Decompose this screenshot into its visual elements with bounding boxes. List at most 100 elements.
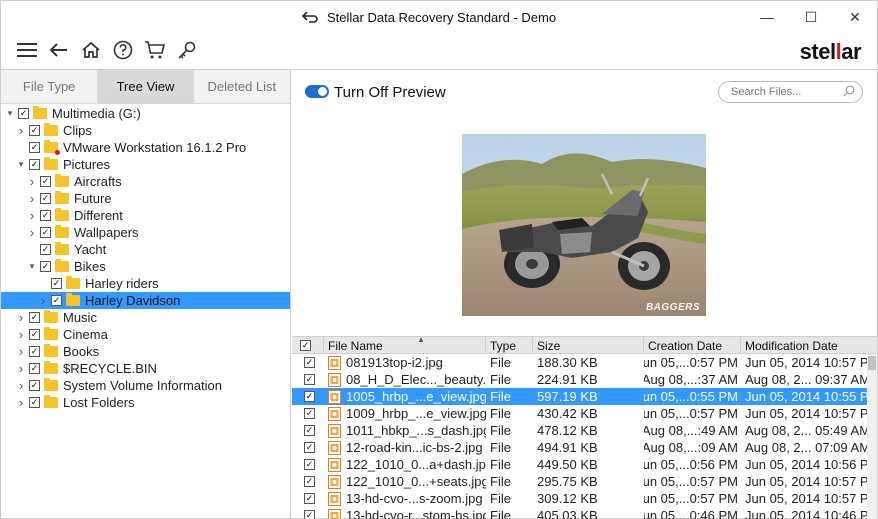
- tree-item[interactable]: › ✓ Music: [1, 309, 290, 326]
- tree-item[interactable]: ✓ VMware Workstation 16.1.2 Pro: [1, 139, 290, 156]
- tree-item-checkbox[interactable]: ✓: [40, 210, 51, 221]
- tree-item-checkbox[interactable]: ✓: [29, 125, 40, 136]
- row-checkbox-cell[interactable]: ✓: [292, 456, 324, 473]
- tree-item-checkbox[interactable]: ✓: [29, 312, 40, 323]
- expand-arrow-icon[interactable]: ›: [27, 191, 37, 206]
- preview-toggle[interactable]: [305, 85, 329, 98]
- back-button[interactable]: [43, 35, 75, 65]
- expand-arrow-icon[interactable]: ›: [16, 378, 26, 393]
- search-icon[interactable]: [843, 85, 855, 97]
- row-checkbox[interactable]: ✓: [304, 510, 315, 519]
- row-checkbox-cell[interactable]: ✓: [292, 371, 324, 388]
- tree-item[interactable]: ✓ Yacht: [1, 241, 290, 258]
- help-button[interactable]: [107, 35, 139, 65]
- expand-arrow-icon[interactable]: ›: [16, 395, 26, 410]
- table-scrollbar[interactable]: [867, 354, 877, 519]
- tree-item[interactable]: ✓ Harley riders: [1, 275, 290, 292]
- tree-item[interactable]: ▾ ✓ Multimedia (G:): [1, 105, 290, 122]
- tree-item-checkbox[interactable]: ✓: [29, 346, 40, 357]
- row-checkbox[interactable]: ✓: [304, 476, 315, 487]
- header-modification-date[interactable]: Modification Date: [741, 337, 871, 354]
- tree-item-checkbox[interactable]: ✓: [40, 193, 51, 204]
- tree-item-checkbox[interactable]: ✓: [29, 380, 40, 391]
- header-size[interactable]: Size: [533, 337, 644, 354]
- tree-item[interactable]: › ✓ Aircrafts: [1, 173, 290, 190]
- table-row[interactable]: ✓ 122_1010_0...a+dash.jpg File 449.50 KB Jun…: [292, 456, 877, 473]
- tree-item-checkbox[interactable]: ✓: [40, 244, 51, 255]
- tree-item[interactable]: › ✓ Clips: [1, 122, 290, 139]
- tree-item[interactable]: ▾ ✓ Bikes: [1, 258, 290, 275]
- row-checkbox[interactable]: ✓: [304, 391, 315, 402]
- row-checkbox[interactable]: ✓: [304, 374, 315, 385]
- tree-item[interactable]: › ✓ $RECYCLE.BIN: [1, 360, 290, 377]
- tree-item[interactable]: › ✓ Cinema: [1, 326, 290, 343]
- close-button[interactable]: ✕: [833, 1, 877, 33]
- expand-arrow-icon[interactable]: ›: [27, 174, 37, 189]
- tree-item[interactable]: › ✓ Different: [1, 207, 290, 224]
- tree-item-checkbox[interactable]: ✓: [40, 227, 51, 238]
- tree-item-checkbox[interactable]: ✓: [29, 142, 40, 153]
- row-checkbox[interactable]: ✓: [304, 442, 315, 453]
- search-input[interactable]: [718, 81, 863, 103]
- expand-arrow-icon[interactable]: ›: [38, 293, 48, 308]
- expand-arrow-icon[interactable]: ›: [16, 361, 26, 376]
- menu-button[interactable]: [11, 35, 43, 65]
- scroll-thumb[interactable]: [868, 356, 876, 370]
- tab-deleted-list[interactable]: Deleted List: [193, 70, 290, 103]
- tree-item-checkbox[interactable]: ✓: [29, 363, 40, 374]
- table-row[interactable]: ✓ 13-hd-cvo-...s-zoom.jpg File 309.12 KB Jun…: [292, 490, 877, 507]
- tree-item-checkbox[interactable]: ✓: [51, 278, 62, 289]
- tree-item-checkbox[interactable]: ✓: [51, 295, 62, 306]
- collapse-arrow-icon[interactable]: ▾: [5, 108, 15, 119]
- tree-item[interactable]: › ✓ Lost Folders: [1, 394, 290, 411]
- expand-arrow-icon[interactable]: ›: [16, 327, 26, 342]
- tree-item-checkbox[interactable]: ✓: [29, 397, 40, 408]
- row-checkbox-cell[interactable]: ✓: [292, 473, 324, 490]
- table-row[interactable]: ✓ 081913top-i2.jpg File 188.30 KB Jun 05,...…: [292, 354, 877, 371]
- tree-item[interactable]: ▾ ✓ Pictures: [1, 156, 290, 173]
- tree-item[interactable]: › ✓ Wallpapers: [1, 224, 290, 241]
- tree-item[interactable]: › ✓ Books: [1, 343, 290, 360]
- table-row[interactable]: ✓ 1011_hbkp_...s_dash.jpg File 478.12 KB Aug…: [292, 422, 877, 439]
- row-checkbox[interactable]: ✓: [304, 408, 315, 419]
- tab-tree-view[interactable]: Tree View: [97, 70, 194, 103]
- tree-item-checkbox[interactable]: ✓: [29, 159, 40, 170]
- minimize-button[interactable]: —: [745, 1, 789, 33]
- row-checkbox-cell[interactable]: ✓: [292, 405, 324, 422]
- tree-item-checkbox[interactable]: ✓: [40, 176, 51, 187]
- activate-button[interactable]: [171, 35, 203, 65]
- expand-arrow-icon[interactable]: ›: [16, 344, 26, 359]
- cart-button[interactable]: [139, 35, 171, 65]
- header-creation-date[interactable]: Creation Date: [644, 337, 741, 354]
- home-button[interactable]: [75, 35, 107, 65]
- row-checkbox-cell[interactable]: ✓: [292, 507, 324, 519]
- collapse-arrow-icon[interactable]: ▾: [27, 261, 37, 272]
- tree-item-checkbox[interactable]: ✓: [40, 261, 51, 272]
- table-row[interactable]: ✓ 13-hd-cvo-r...stom-bs.jpg File 405.03 KB J…: [292, 507, 877, 519]
- select-all-checkbox[interactable]: ✓: [300, 340, 311, 351]
- tree-item-checkbox[interactable]: ✓: [18, 108, 29, 119]
- row-checkbox-cell[interactable]: ✓: [292, 388, 324, 405]
- row-checkbox-cell[interactable]: ✓: [292, 422, 324, 439]
- table-row[interactable]: ✓ 1005_hrbp_...e_view.jpg File 597.19 KB Jun…: [292, 388, 877, 405]
- tree-item[interactable]: › ✓ System Volume Information: [1, 377, 290, 394]
- row-checkbox-cell[interactable]: ✓: [292, 354, 324, 371]
- expand-arrow-icon[interactable]: ›: [27, 225, 37, 240]
- select-all-header[interactable]: ✓: [292, 337, 324, 354]
- tab-file-type[interactable]: File Type: [1, 70, 98, 103]
- header-file-name[interactable]: ▲ File Name: [324, 337, 486, 354]
- row-checkbox-cell[interactable]: ✓: [292, 490, 324, 507]
- tree-item[interactable]: › ✓ Future: [1, 190, 290, 207]
- expand-arrow-icon[interactable]: ›: [27, 208, 37, 223]
- table-row[interactable]: ✓ 12-road-kin...ic-bs-2.jpg File 494.91 KB A…: [292, 439, 877, 456]
- row-checkbox[interactable]: ✓: [304, 459, 315, 470]
- expand-arrow-icon[interactable]: ›: [16, 123, 26, 138]
- tree-item-checkbox[interactable]: ✓: [29, 329, 40, 340]
- table-row[interactable]: ✓ 122_1010_0...+seats.jpg File 295.75 KB Jun…: [292, 473, 877, 490]
- table-row[interactable]: ✓ 1009_hrbp_...e_view.jpg File 430.42 KB Jun…: [292, 405, 877, 422]
- maximize-button[interactable]: ☐: [789, 1, 833, 33]
- row-checkbox[interactable]: ✓: [304, 493, 315, 504]
- table-row[interactable]: ✓ 08_H_D_Elec..._beauty.jpg File 224.91 KB A…: [292, 371, 877, 388]
- expand-arrow-icon[interactable]: ›: [16, 310, 26, 325]
- row-checkbox[interactable]: ✓: [304, 357, 315, 368]
